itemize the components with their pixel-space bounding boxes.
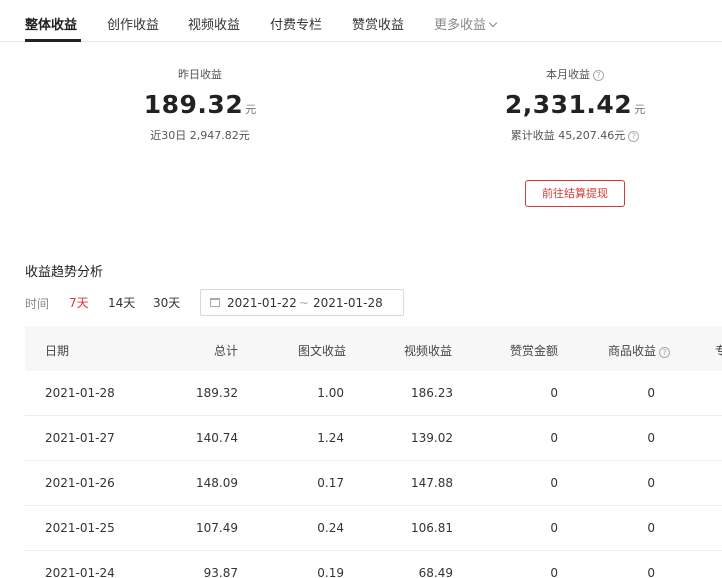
header-date: 日期 xyxy=(45,344,70,358)
tab-tip-income[interactable]: 赞赏收益 xyxy=(352,14,404,33)
settle-withdraw-button[interactable]: 前往结算提现 xyxy=(525,180,625,207)
range-7-days[interactable]: 7天 xyxy=(69,294,89,311)
help-icon[interactable]: ? xyxy=(593,70,604,81)
income-tabs: 整体收益 创作收益 视频收益 付费专栏 赞赏收益 更多收益 xyxy=(0,0,722,42)
cell-tip-amount: 0 xyxy=(550,386,558,400)
header-product-income: 商品收益 xyxy=(608,344,657,358)
range-14-days[interactable]: 14天 xyxy=(108,294,135,311)
cell-video-income: 147.88 xyxy=(411,476,453,490)
tab-more-income[interactable]: 更多收益 xyxy=(434,14,498,33)
cell-date: 2021-01-26 xyxy=(45,476,115,490)
tab-creation-income[interactable]: 创作收益 xyxy=(107,14,159,33)
total-income-row: 累计收益 45,207.46元? xyxy=(485,127,665,143)
month-income-unit: 元 xyxy=(634,103,646,116)
cell-article-income: 0.24 xyxy=(317,521,344,535)
chevron-down-icon xyxy=(488,18,498,28)
cell-tip-amount: 0 xyxy=(550,431,558,445)
cell-video-income: 139.02 xyxy=(411,431,453,445)
cell-video-income: 106.81 xyxy=(411,521,453,535)
header-article-income: 图文收益 xyxy=(298,344,347,358)
cell-tip-amount: 0 xyxy=(550,476,558,490)
table-header: 日期 总计 图文收益 视频收益 赞赏金额 商品收益? 专 xyxy=(25,326,722,371)
header-truncated: 专 xyxy=(715,344,722,358)
table-row: 2021-01-24 93.87 0.19 68.49 0 0 xyxy=(25,551,722,578)
table-row: 2021-01-28 189.32 1.00 186.23 0 0 xyxy=(25,371,722,416)
header-total: 总计 xyxy=(214,344,239,358)
time-range-label: 时间 xyxy=(25,297,50,311)
trend-section-title: 收益趋势分析 xyxy=(25,265,104,280)
cell-total: 148.09 xyxy=(196,476,238,490)
date-range-start[interactable]: 2021-01-22 xyxy=(227,296,297,310)
help-icon[interactable]: ? xyxy=(659,347,671,358)
yesterday-income-label: 昨日收益 xyxy=(178,68,222,81)
cell-article-income: 1.24 xyxy=(317,431,344,445)
cell-video-income: 68.49 xyxy=(418,566,453,578)
cell-video-income: 186.23 xyxy=(411,386,453,400)
range-30-days[interactable]: 30天 xyxy=(153,294,180,311)
help-icon[interactable]: ? xyxy=(628,131,640,142)
date-range-picker[interactable]: 2021-01-22 ~ 2021-01-28 xyxy=(200,289,404,316)
cell-total: 140.74 xyxy=(196,431,238,445)
cell-tip-amount: 0 xyxy=(550,566,558,578)
yesterday-income-unit: 元 xyxy=(245,103,257,116)
month-income-card: 本月收益? 2,331.42 元 累计收益 45,207.46元? xyxy=(485,66,665,143)
active-tab-indicator xyxy=(25,39,81,42)
last-30-days-income: 近30日 2,947.82元 xyxy=(150,129,250,142)
month-income-value: 2,331.42 xyxy=(504,90,633,119)
cell-product-income: 0 xyxy=(647,431,655,445)
cell-date: 2021-01-27 xyxy=(45,431,115,445)
cell-tip-amount: 0 xyxy=(550,521,558,535)
table-row: 2021-01-27 140.74 1.24 139.02 0 0 xyxy=(25,416,722,461)
cell-total: 189.32 xyxy=(196,386,238,400)
month-income-label: 本月收益 xyxy=(546,68,590,81)
table-row: 2021-01-26 148.09 0.17 147.88 0 0 xyxy=(25,461,722,506)
header-video-income: 视频收益 xyxy=(404,344,453,358)
tab-video-income[interactable]: 视频收益 xyxy=(188,14,240,33)
cell-date: 2021-01-25 xyxy=(45,521,115,535)
cell-article-income: 1.00 xyxy=(317,386,344,400)
cell-total: 107.49 xyxy=(196,521,238,535)
cell-total: 93.87 xyxy=(203,566,238,578)
cell-date: 2021-01-24 xyxy=(45,566,115,578)
header-tip-amount: 赞赏金额 xyxy=(510,344,559,358)
cell-article-income: 0.19 xyxy=(317,566,344,578)
month-income-label-row: 本月收益? xyxy=(485,66,665,82)
month-income-amount: 2,331.42 元 xyxy=(485,90,665,119)
calendar-icon xyxy=(210,298,220,307)
table-row: 2021-01-25 107.49 0.24 106.81 0 0 xyxy=(25,506,722,551)
yesterday-income-value: 189.32 xyxy=(143,90,244,119)
cell-date: 2021-01-28 xyxy=(45,386,115,400)
cell-article-income: 0.17 xyxy=(317,476,344,490)
tab-paid-column[interactable]: 付费专栏 xyxy=(270,14,322,33)
cell-product-income: 0 xyxy=(647,566,655,578)
header-product-income-group: 商品收益? xyxy=(608,342,671,359)
yesterday-income-amount: 189.32 元 xyxy=(120,90,280,119)
tab-more-label: 更多收益 xyxy=(434,18,487,33)
cell-product-income: 0 xyxy=(647,476,655,490)
tab-overall-income[interactable]: 整体收益 xyxy=(25,14,77,33)
total-income: 累计收益 45,207.46元 xyxy=(510,129,626,142)
cell-product-income: 0 xyxy=(647,521,655,535)
cell-product-income: 0 xyxy=(647,386,655,400)
date-range-separator: ~ xyxy=(299,296,310,310)
yesterday-income-card: 昨日收益 189.32 元 近30日 2,947.82元 xyxy=(120,66,280,143)
date-range-end[interactable]: 2021-01-28 xyxy=(313,296,383,310)
